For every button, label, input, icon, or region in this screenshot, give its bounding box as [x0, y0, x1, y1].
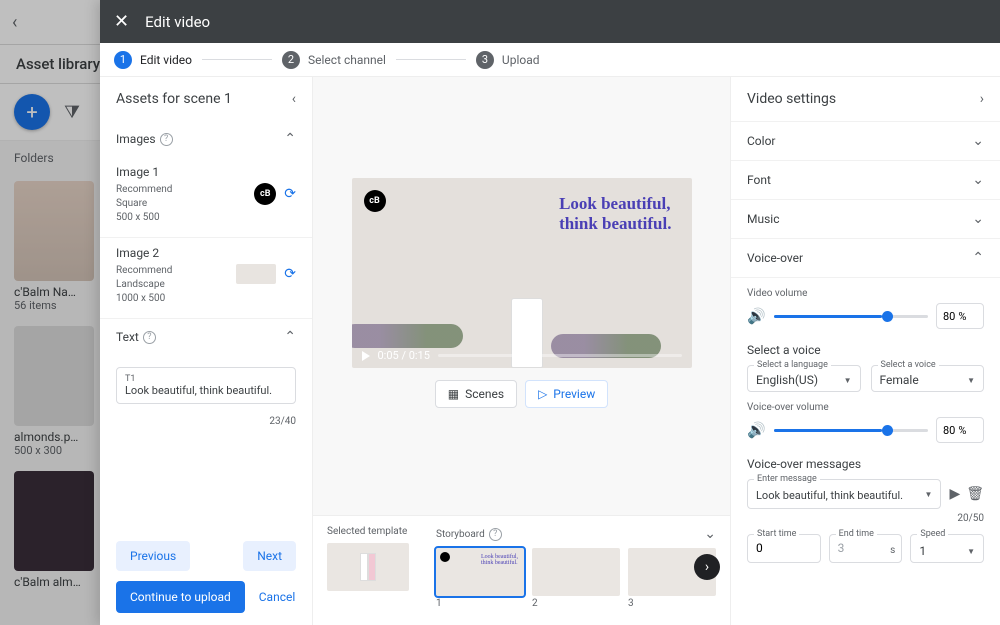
voiceover-volume-slider[interactable] [774, 429, 928, 432]
accordion-music[interactable]: Music⌄ [731, 199, 1000, 238]
chevron-down-icon[interactable]: ⌄ [704, 526, 716, 542]
video-volume-input[interactable]: 80% [936, 303, 984, 329]
delete-message-icon[interactable]: 🗑 [966, 486, 984, 502]
swap-icon[interactable]: ⟳ [284, 186, 296, 202]
modal-scrim [0, 0, 100, 625]
accordion-voiceover[interactable]: Voice-over⌃ [731, 238, 1000, 277]
start-time-input[interactable]: Start time 0 [747, 534, 821, 563]
close-icon[interactable]: ✕ [114, 11, 129, 32]
video-volume-slider[interactable] [774, 315, 928, 318]
message-input[interactable]: Enter message Look beautiful, think beau… [747, 479, 941, 509]
image1-thumb[interactable]: cB [254, 183, 276, 205]
chevron-down-icon: ⌄ [972, 211, 984, 227]
video-volume-label: Video volume [747, 288, 984, 299]
help-icon[interactable]: ? [160, 133, 173, 146]
preview-panel: cB Look beautiful, think beautiful. 0:05… [313, 77, 730, 625]
stepper: 1Edit video 2Select channel 3Upload [100, 43, 1000, 77]
selected-template-label: Selected template [327, 526, 422, 537]
chevron-up-icon[interactable]: ⌃ [284, 131, 296, 147]
voiceover-volume-input[interactable]: 80% [936, 417, 984, 443]
swap-icon[interactable]: ⟳ [284, 266, 296, 282]
next-button[interactable]: Next [243, 541, 296, 571]
select-voice-title: Select a voice [747, 343, 984, 357]
chevron-down-icon: ⌄ [972, 172, 984, 188]
assets-panel-title: Assets for scene 1 [116, 91, 232, 107]
accordion-color[interactable]: Color⌄ [731, 121, 1000, 160]
previous-button[interactable]: Previous [116, 541, 190, 571]
asset-image-2: Image 2 RecommendLandscape1000 x 500 ⟳ [100, 238, 312, 319]
storyboard-scene-2[interactable] [532, 548, 620, 596]
play-icon[interactable] [362, 351, 370, 361]
help-icon[interactable]: ? [489, 528, 502, 541]
storyboard-label: Storyboard [436, 529, 485, 540]
assets-panel: Assets for scene 1 ‹ Images ? ⌃ Image 1 … [100, 77, 313, 625]
message-char-count: 20/50 [747, 513, 984, 524]
voice-select[interactable]: Select a voice Female▼ [871, 365, 985, 392]
edit-video-modal: ✕ Edit video 1Edit video 2Select channel… [100, 0, 1000, 625]
text-input-t1[interactable]: T1 Look beautiful, think beautiful. [116, 367, 296, 404]
image2-thumb[interactable] [236, 264, 276, 284]
scenes-icon: ▦ [448, 387, 459, 401]
modal-header: ✕ Edit video [100, 0, 1000, 43]
collapse-panel-icon[interactable]: ‹ [292, 91, 296, 107]
preview-button[interactable]: ▷Preview [525, 380, 608, 408]
step-1[interactable]: 1Edit video [114, 51, 192, 69]
asset-image-1: Image 1 RecommendSquare500 x 500 cB ⟳ [100, 157, 312, 238]
continue-button[interactable]: Continue to upload [116, 581, 245, 613]
char-count: 23/40 [100, 412, 312, 427]
step-2[interactable]: 2Select channel [282, 51, 386, 69]
settings-panel: Video settings › Color⌄ Font⌄ Music⌄ Voi… [730, 77, 1000, 625]
help-icon[interactable]: ? [143, 331, 156, 344]
accordion-font[interactable]: Font⌄ [731, 160, 1000, 199]
speaker-icon[interactable]: 🔊 [747, 307, 766, 325]
modal-title: Edit video [145, 13, 210, 31]
template-thumb[interactable] [327, 543, 409, 591]
chevron-up-icon: ⌃ [972, 250, 984, 266]
video-time: 0:05 / 0:15 [378, 349, 430, 362]
images-section-label: Images [116, 132, 156, 146]
language-select[interactable]: Select a language English(US)▼ [747, 365, 861, 392]
video-preview[interactable]: cB Look beautiful, think beautiful. 0:05… [352, 178, 692, 368]
voiceover-volume-label: Voice-over volume [747, 402, 984, 413]
storyboard-strip: Selected template Storyboard? ⌄ Look bea… [313, 515, 730, 625]
play-message-icon[interactable]: ▶ [949, 486, 960, 502]
brand-badge: cB [364, 190, 386, 212]
speed-select[interactable]: Speed 1▼ [910, 534, 984, 563]
end-time-input: End time 3 s [829, 534, 903, 563]
speaker-icon[interactable]: 🔊 [747, 421, 766, 439]
chevron-right-icon[interactable]: › [980, 91, 984, 107]
text-section-label: Text [116, 330, 139, 344]
chevron-up-icon[interactable]: ⌃ [284, 329, 296, 345]
storyboard-next-icon[interactable]: › [694, 554, 720, 580]
voiceover-messages-title: Voice-over messages [747, 457, 984, 471]
video-headline: Look beautiful, think beautiful. [559, 194, 671, 235]
video-progress[interactable] [438, 354, 682, 357]
chevron-down-icon: ⌄ [972, 133, 984, 149]
scenes-button[interactable]: ▦Scenes [435, 380, 517, 408]
settings-title: Video settings [747, 91, 836, 107]
storyboard-scene-1[interactable]: Look beautiful,think beautiful. [436, 548, 524, 596]
step-3[interactable]: 3Upload [476, 51, 540, 69]
play-icon: ▷ [538, 387, 547, 401]
cancel-button[interactable]: Cancel [259, 590, 296, 604]
